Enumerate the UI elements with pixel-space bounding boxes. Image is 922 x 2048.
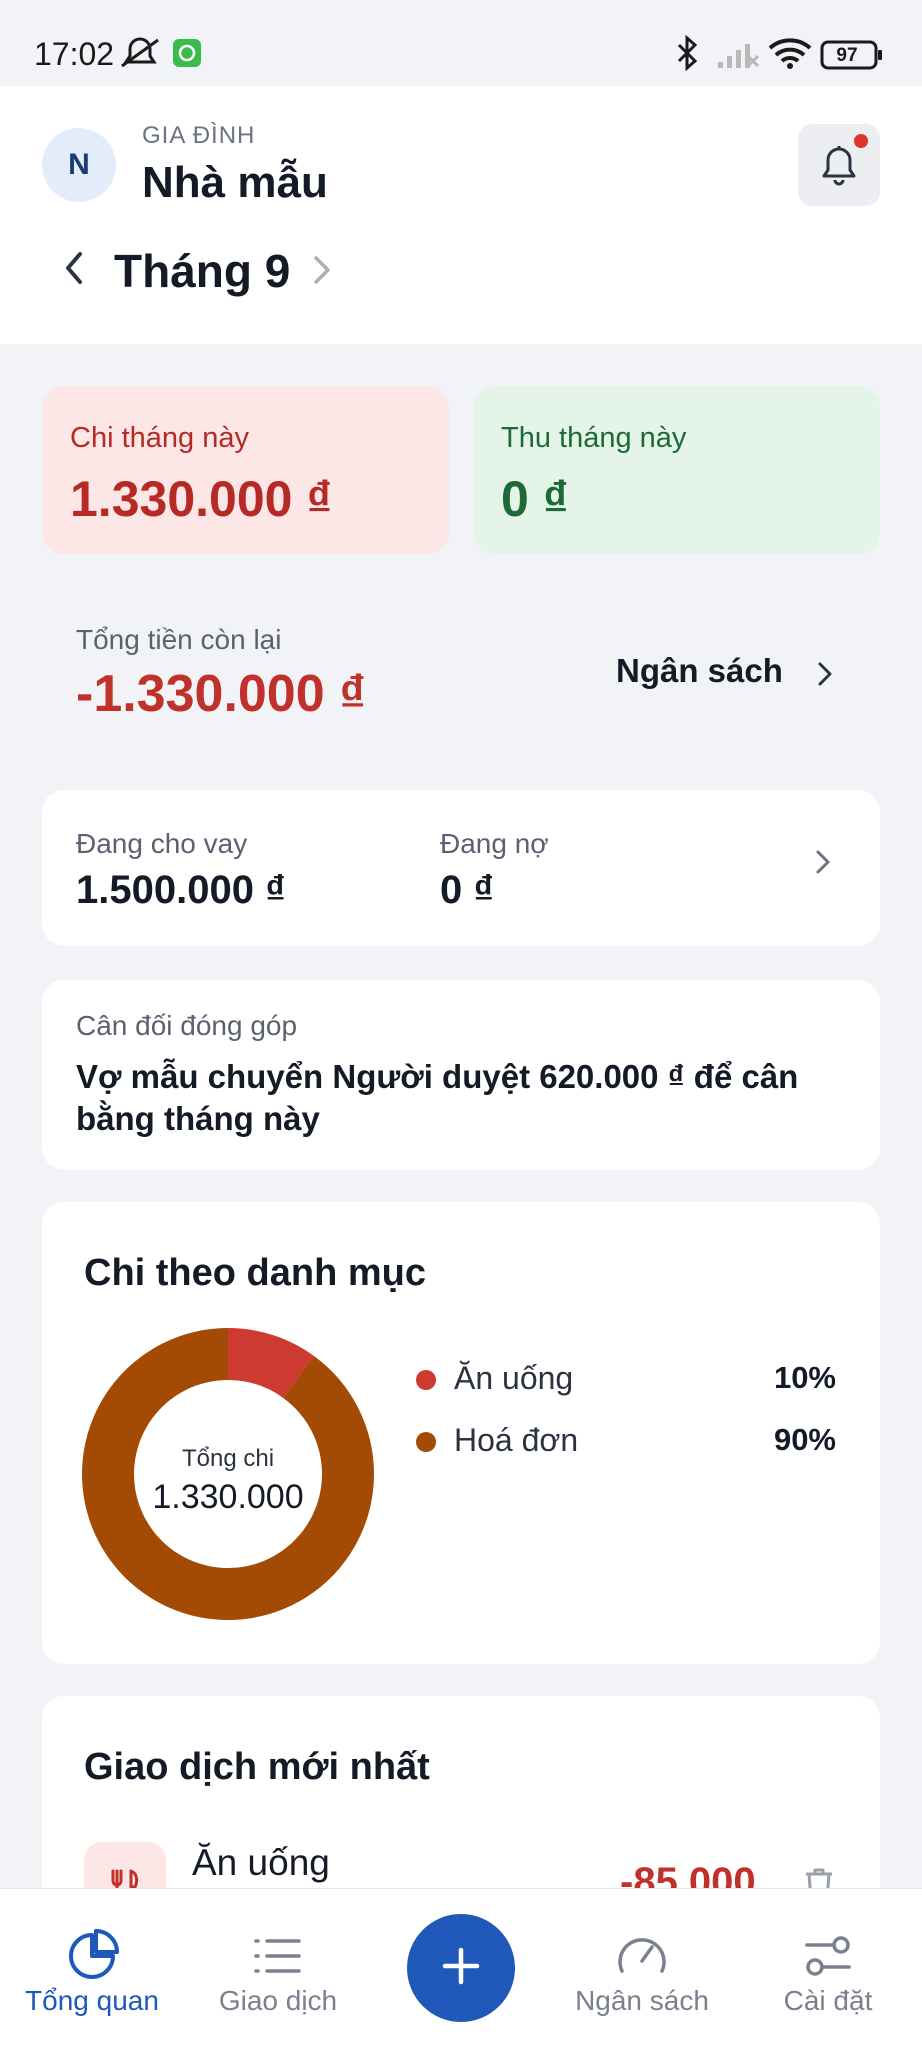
legend-dot bbox=[416, 1432, 436, 1452]
month-label: Tháng 9 bbox=[114, 245, 291, 297]
expense-card[interactable]: Chi tháng này 1.330.000 ₫ bbox=[42, 386, 449, 554]
expense-label: Chi tháng này bbox=[70, 422, 249, 454]
nav-settings[interactable]: Cài đặt bbox=[738, 1889, 918, 2048]
contribution-text: Vợ mẫu chuyển Người duyệt 620.000 ₫ để c… bbox=[76, 1058, 799, 1137]
category-chart-card: Chi theo danh mục Tổng chi 1.330.000 Ăn … bbox=[42, 1202, 880, 1664]
wifi-icon bbox=[768, 36, 812, 75]
legend-pct: 10% bbox=[773, 1360, 836, 1395]
expense-value: 1.330.000 ₫ bbox=[70, 471, 332, 527]
income-label: Thu tháng này bbox=[501, 422, 687, 454]
status-time: 17:02 bbox=[34, 36, 115, 72]
notification-badge bbox=[854, 134, 868, 148]
plus-icon bbox=[439, 1944, 483, 1993]
legend-name: Ăn uống bbox=[454, 1360, 574, 1396]
legend-name: Hoá đơn bbox=[454, 1422, 579, 1458]
prev-month-button[interactable] bbox=[60, 248, 90, 293]
avatar[interactable]: N bbox=[42, 128, 116, 202]
debt-card[interactable]: Đang cho vay 1.500.000 ₫ Đang nợ 0 ₫ bbox=[42, 790, 880, 946]
nav-label: Tổng quan bbox=[25, 1985, 159, 2016]
lending-label: Đang cho vay bbox=[76, 828, 248, 859]
balance-value: -1.330.000 ₫ bbox=[76, 665, 366, 723]
donut-center-value: 1.330.000 bbox=[152, 1478, 303, 1516]
notification-button[interactable] bbox=[798, 124, 880, 206]
legend-dot bbox=[416, 1370, 436, 1390]
mute-icon bbox=[118, 36, 162, 75]
chevron-right-icon[interactable] bbox=[812, 846, 834, 883]
list-icon bbox=[251, 1929, 305, 1988]
chart-title: Chi theo danh mục bbox=[84, 1252, 426, 1294]
next-month-button[interactable] bbox=[308, 252, 334, 293]
legend-item: Ăn uống 10% bbox=[416, 1360, 836, 1400]
status-bar: 17:02 97 bbox=[0, 0, 922, 86]
lending-value: 1.500.000 ₫ bbox=[76, 868, 286, 912]
group-label: GIA ĐÌNH bbox=[142, 122, 256, 149]
chevron-right-icon[interactable] bbox=[814, 658, 836, 695]
home-name[interactable]: Nhà mẫu bbox=[142, 158, 328, 208]
legend-item: Hoá đơn 90% bbox=[416, 1422, 836, 1462]
signal-icon bbox=[716, 38, 760, 75]
owing-label: Đang nợ bbox=[440, 828, 549, 859]
contribution-label: Cân đối đóng góp bbox=[76, 1010, 298, 1041]
nav-overview[interactable]: Tổng quan bbox=[2, 1889, 182, 2048]
income-value: 0 ₫ bbox=[501, 471, 569, 527]
bluetooth-icon bbox=[672, 34, 702, 77]
app-screen: { "status_bar": {"time": "17:02", "batte… bbox=[0, 0, 922, 2048]
add-transaction-button[interactable] bbox=[407, 1914, 515, 2022]
nav-transactions[interactable]: Giao dịch bbox=[188, 1889, 368, 2048]
owing-value: 0 ₫ bbox=[440, 868, 494, 912]
balance-label: Tổng tiền còn lại bbox=[76, 624, 282, 655]
header bbox=[0, 86, 922, 344]
pie-chart-icon bbox=[65, 1929, 119, 1988]
donut-chart: Tổng chi 1.330.000 bbox=[82, 1328, 374, 1620]
transaction-name: Ăn uống bbox=[192, 1842, 330, 1883]
app-notification-icon bbox=[172, 38, 202, 73]
sliders-icon bbox=[801, 1929, 855, 1988]
legend-pct: 90% bbox=[773, 1422, 836, 1457]
contribution-card[interactable]: Cân đối đóng góp Vợ mẫu chuyển Người duy… bbox=[42, 980, 880, 1170]
gauge-icon bbox=[614, 1929, 670, 1988]
donut-center-label: Tổng chi bbox=[182, 1445, 274, 1472]
battery-level: 97 bbox=[836, 45, 858, 66]
nav-label: Cài đặt bbox=[783, 1985, 873, 2016]
nav-budget[interactable]: Ngân sách bbox=[552, 1889, 732, 2048]
budget-link[interactable]: Ngân sách bbox=[616, 652, 783, 690]
transactions-title: Giao dịch mới nhất bbox=[84, 1746, 430, 1788]
nav-label: Ngân sách bbox=[575, 1985, 709, 2016]
income-card[interactable]: Thu tháng này 0 ₫ bbox=[473, 386, 880, 554]
nav-label: Giao dịch bbox=[218, 1985, 338, 2016]
donut-slice-2[interactable] bbox=[82, 1328, 374, 1620]
